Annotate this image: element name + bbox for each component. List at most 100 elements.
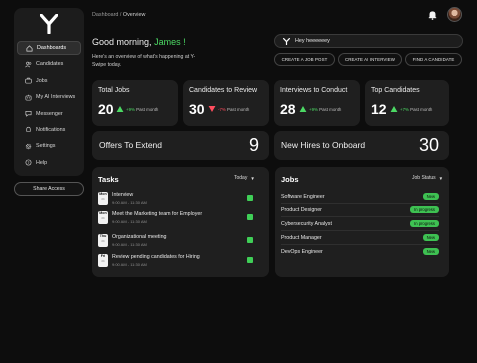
divider [281,230,439,231]
task-status-flag[interactable] [247,214,253,220]
stat-change-pct: +7% [400,107,409,112]
home-icon [25,44,33,52]
task-item[interactable]: Thu ▭ Organizational meeting 9:00 AM - 11… [98,234,256,250]
job-status-badge: In progress [410,220,439,227]
trend-up-icon [390,106,398,112]
stat-change-pct: +9% [126,107,135,112]
task-status-flag[interactable] [247,195,253,201]
jobs-filter-value: Job Status [412,175,436,181]
people-icon [24,60,32,68]
stat-card-top-candidates[interactable]: Top Candidates 12 +7% Past month [365,80,449,126]
greeting-title: Good morning, James ! [92,37,186,47]
task-day: Mon [99,192,107,196]
summary-value: 9 [248,135,259,155]
stat-change-suffix: Past month [227,107,250,112]
y-logo-icon [283,37,290,45]
task-title: Review pending candidates for Hiring [112,254,200,260]
task-time: 9:00 AM - 11:30 AM [112,200,147,205]
stat-change: +7% Past month [400,107,432,112]
chevron-down-icon: ▼ [438,175,444,181]
tasks-panel: Tasks Today ▼ Mon ▭ Interview 9:00 AM - 11… [92,167,269,277]
chat-input-value: Hey heeeeeey [295,38,330,44]
sidebar-item-label: Jobs [36,77,48,84]
divider [281,244,439,245]
task-title: Interview [112,192,134,198]
calendar-icon: Mon ▭ [98,192,108,205]
create-job-post-button[interactable]: CREATE A JOB POST [274,53,335,66]
stat-change-suffix: Past month [136,107,159,112]
sidebar-item-notifications[interactable]: Notifications [17,123,81,137]
job-status-badge: New [422,248,439,255]
find-candidate-button[interactable]: FIND A CANDIDATE [405,53,462,66]
offers-to-extend-card[interactable]: Offers To Extend 9 [92,131,269,160]
tasks-filter-dropdown[interactable]: Today ▼ [234,175,255,181]
task-item[interactable]: Mon ▭ Meet the Marketing team for Employe… [98,211,256,227]
breadcrumb-current: Overview [122,12,146,18]
summary-title: New Hires to Onboard [281,140,366,150]
stat-change: +9% Past month [126,107,158,112]
task-item[interactable]: Mon ▭ Interview 9:00 AM - 11:30 AM [98,192,256,208]
sidebar: Dashboards Candidates Jobs My AI Intervi… [14,8,84,176]
app-root: Dashboards Candidates Jobs My AI Intervi… [0,0,477,363]
stat-change: -7% Past month [218,107,249,112]
new-hires-card[interactable]: New Hires to Onboard 30 [274,131,449,160]
stat-value: 30 [189,101,205,117]
robot-icon [24,93,32,101]
stat-card-total-jobs[interactable]: Total Jobs 20 +9% Past month [92,80,178,126]
task-time: 9:00 AM - 11:30 AM [112,219,147,224]
task-status-flag[interactable] [247,257,253,263]
stat-value: 12 [371,101,387,117]
job-name: Product Designer [281,207,322,213]
sidebar-item-help[interactable]: ? Help [17,156,81,170]
jobs-title: Jobs [281,175,299,184]
trend-up-icon [116,106,124,112]
job-row[interactable]: DevOps Engineer New [281,248,439,258]
greeting-name: James ! [154,37,186,47]
notification-bell-icon[interactable] [428,10,437,20]
create-ai-interview-button[interactable]: CREATE AI INTERVIEW [338,53,402,66]
briefcase-icon [24,77,32,85]
sidebar-item-dashboards[interactable]: Dashboards [17,41,81,55]
sidebar-item-messenger[interactable]: Messenger [17,107,81,121]
stat-value: 20 [98,101,114,117]
task-time: 9:00 AM - 11:30 AM [112,242,147,247]
job-name: Cybersecurity Analyst [281,221,332,227]
job-status-badge: In progress [410,206,439,213]
user-avatar[interactable] [447,7,462,22]
share-access-button[interactable]: Share Access [14,182,84,196]
stat-change-suffix: Past month [319,107,342,112]
job-name: Product Manager [281,235,322,241]
y-swipe-logo[interactable] [40,14,58,34]
task-status-flag[interactable] [247,237,253,243]
stat-card-interviews-to-conduct[interactable]: Interviews to Conduct 28 +9% Past month [274,80,360,126]
job-row[interactable]: Product Manager New [281,234,439,244]
sidebar-item-settings[interactable]: Settings [17,139,81,153]
stat-change: +9% Past month [309,107,341,112]
sidebar-item-label: Messenger [36,110,63,117]
task-item[interactable]: Fri ▭ Review pending candidates for Hirin… [98,254,256,270]
stat-card-candidates-to-review[interactable]: Candidates to Review 30 -7% Past month [183,80,269,126]
sidebar-item-candidates[interactable]: Candidates [17,57,81,71]
job-row[interactable]: Product Designer In progress [281,206,439,216]
sidebar-item-ai-interviews[interactable]: My AI Interviews [17,90,81,104]
chevron-down-icon: ▼ [250,175,255,181]
ai-chat-input[interactable]: Hey heeeeeey [274,34,463,48]
job-name: DevOps Engineer [281,249,323,255]
breadcrumb-root[interactable]: Dashboard [92,12,118,18]
task-day: Fri [100,254,106,258]
bell-icon [24,126,32,134]
divider [281,216,439,217]
trend-up-icon [299,106,307,112]
sidebar-nav: Dashboards Candidates Jobs My AI Intervi… [17,41,81,172]
sidebar-item-label: Help [36,159,48,166]
greeting-prefix: Good morning, [92,37,152,47]
sidebar-item-jobs[interactable]: Jobs [17,74,81,88]
job-row[interactable]: Software Engineer New [281,193,439,203]
task-title: Organizational meeting [112,234,167,240]
breadcrumb-separator: / [119,12,122,18]
sidebar-item-label: Candidates [36,61,64,68]
task-day: Mon [99,211,107,215]
jobs-filter-dropdown[interactable]: Job Status ▼ [412,175,443,181]
job-row[interactable]: Cybersecurity Analyst In progress [281,220,439,230]
job-status-badge: New [422,193,439,200]
